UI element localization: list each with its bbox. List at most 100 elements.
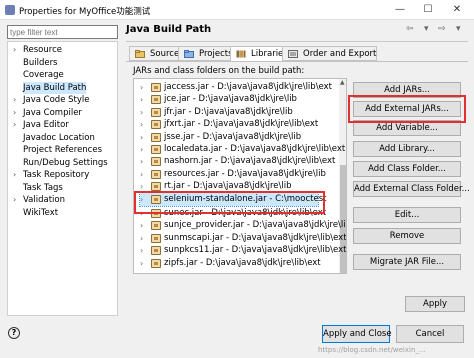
property-nav-tree: › Resource Builders Coverage Java Build Path… [7, 41, 118, 316]
apply-button[interactable]: Apply [405, 296, 465, 312]
nav-item-builders[interactable]: Builders [23, 57, 58, 69]
library-row[interactable]: › zipfs.jar - D:\java\java8\jdk\jre\lib\e… [134, 257, 334, 270]
menu-arrow-icon[interactable]: ▾ [424, 24, 429, 34]
expand-arrow-icon[interactable]: › [140, 93, 143, 106]
nav-item-label: Task Repository [23, 170, 90, 180]
library-row[interactable]: › sunjce_provider.jar - D:\java\java8\jdk… [134, 219, 346, 232]
remove-button[interactable]: Remove [353, 228, 461, 244]
library-path: jfxrt.jar - D:\java\java8\jdk\jre\lib\ex… [164, 119, 319, 130]
filter-input[interactable] [7, 25, 118, 39]
library-row[interactable]: › resources.jar - D:\java\java8\jdk\jre\l… [134, 168, 334, 181]
expand-arrow-icon[interactable]: › [140, 180, 143, 193]
library-row[interactable]: › rt.jar - D:\java\java8\jdk\jre\lib [134, 180, 334, 193]
library-row[interactable]: › nashorn.jar - D:\java\java8\jdk\jre\lib… [134, 155, 335, 168]
library-path: jce.jar - D:\java\java8\jdk\jre\lib [164, 94, 297, 105]
nav-item-label: Builders [23, 57, 58, 68]
nav-item-task-repository[interactable]: › Task Repository [13, 169, 90, 181]
close-button[interactable]: ✕ [443, 3, 471, 17]
maximize-button[interactable]: ☐ [414, 3, 442, 17]
nav-item-wikitext[interactable]: WikiText [23, 207, 58, 219]
nav-item-project-references[interactable]: Project References [23, 144, 102, 156]
minimize-button[interactable]: — [386, 3, 414, 17]
cancel-button[interactable]: Cancel [396, 325, 464, 343]
library-row[interactable]: › jfr.jar - D:\java\java8\jdk\jre\lib [134, 106, 334, 119]
jar-icon [151, 209, 161, 218]
expand-arrow-icon[interactable]: › [13, 44, 16, 56]
expand-arrow-icon[interactable]: › [140, 219, 143, 232]
add-external-jars-button[interactable]: Add External JARs... [353, 101, 461, 117]
expand-arrow-icon[interactable]: › [13, 107, 16, 119]
add-library-button[interactable]: Add Library... [353, 141, 461, 157]
window-title: Properties for MyOffice功能测试 [19, 7, 151, 17]
nav-item-javadoc-location[interactable]: Javadoc Location [23, 132, 95, 144]
add-jars-button[interactable]: Add JARs... [353, 82, 461, 98]
scroll-up-icon[interactable]: ▲ [340, 79, 345, 86]
nav-item-label: Java Code Style [23, 95, 90, 105]
expand-arrow-icon[interactable]: › [140, 193, 143, 206]
nav-item-resource[interactable]: › Resource [13, 44, 62, 56]
apply-and-close-button[interactable]: Apply and Close [322, 325, 392, 343]
nav-item-java-compiler[interactable]: › Java Compiler [13, 107, 82, 119]
library-path: localedata.jar - D:\java\java8\jdk\jre\l… [164, 144, 346, 154]
jar-icon [151, 132, 161, 142]
nav-item-java-build-path[interactable]: Java Build Path [23, 81, 87, 94]
jar-icon [151, 194, 161, 204]
header-separator [126, 41, 468, 42]
library-row-selected[interactable]: › selenium-standalone.jar - C:\mooctest [139, 191, 326, 207]
migrate-jar-button[interactable]: Migrate JAR File... [353, 254, 461, 270]
library-row[interactable]: › sunec.jar - D:\java\java8\jdk\jre\lib\e… [134, 207, 334, 220]
expand-arrow-icon[interactable]: › [13, 94, 16, 106]
expand-arrow-icon[interactable]: › [140, 106, 143, 119]
nav-item-task-tags[interactable]: Task Tags [23, 182, 63, 194]
tab-libraries[interactable]: Libraries [230, 46, 289, 62]
expand-arrow-icon[interactable]: › [140, 131, 143, 144]
expand-arrow-icon[interactable]: › [140, 143, 143, 156]
expand-arrow-icon[interactable]: › [140, 232, 143, 245]
add-variable-button[interactable]: Add Variable... [353, 120, 461, 136]
jar-icon [151, 145, 161, 154]
jar-icon [151, 258, 161, 268]
nav-item-label: Project References [23, 145, 103, 155]
library-row[interactable]: › jce.jar - D:\java\java8\jdk\jre\lib [134, 93, 334, 106]
expand-arrow-icon[interactable]: › [13, 119, 16, 131]
expand-arrow-icon[interactable]: › [140, 244, 143, 257]
jar-icon [151, 95, 161, 105]
tab-label: Source [150, 49, 180, 59]
tab-order-export[interactable]: Order and Export [282, 46, 378, 61]
page-title: Java Build Path [126, 24, 212, 35]
nav-item-coverage[interactable]: Coverage [23, 69, 64, 81]
expand-arrow-icon[interactable]: › [140, 81, 143, 94]
help-icon[interactable]: ? [8, 327, 20, 339]
add-class-folder-button[interactable]: Add Class Folder... [353, 161, 461, 177]
nav-item-run-debug-settings[interactable]: Run/Debug Settings [23, 157, 108, 169]
expand-arrow-icon[interactable]: › [140, 168, 143, 181]
library-list[interactable]: ▲ › jaccess.jar - D:\java\java8\jdk\jre\l… [133, 78, 347, 274]
add-external-class-folder-button[interactable]: Add External Class Folder... [353, 181, 470, 197]
nav-item-java-code-style[interactable]: › Java Code Style [13, 94, 90, 106]
nav-item-java-editor[interactable]: › Java Editor [13, 119, 69, 131]
expand-arrow-icon[interactable]: › [140, 207, 143, 220]
expand-arrow-icon[interactable]: › [13, 194, 16, 206]
expand-arrow-icon[interactable]: › [140, 155, 143, 168]
menu-arrow-icon-2[interactable]: ▾ [456, 24, 461, 34]
expand-arrow-icon[interactable]: › [13, 169, 16, 181]
library-row[interactable]: › jaccess.jar - D:\java\java8\jdk\jre\lib… [134, 81, 334, 94]
back-arrow-icon[interactable]: ⇦ [406, 24, 414, 34]
library-row[interactable]: › sunpkcs11.jar - D:\java\java8\jdk\jre\l… [134, 244, 346, 257]
forward-arrow-icon[interactable]: ⇨ [438, 24, 446, 34]
expand-arrow-icon[interactable]: › [140, 257, 143, 270]
project-icon [184, 50, 194, 58]
library-row[interactable]: › localedata.jar - D:\java\java8\jdk\jre\… [134, 143, 345, 156]
library-row[interactable]: › jfxrt.jar - D:\java\java8\jdk\jre\lib\e… [134, 118, 334, 131]
library-row[interactable]: › jsse.jar - D:\java\java8\jdk\jre\lib [134, 131, 334, 144]
tab-label: Order and Export [303, 49, 377, 59]
expand-arrow-icon[interactable]: › [140, 118, 143, 131]
watermark: https://blog.csdn.net/weixin_... [318, 346, 426, 354]
library-path: sunjce_provider.jar - D:\java\java8\jdk\… [164, 220, 346, 231]
tab-projects[interactable]: Projects [178, 46, 234, 61]
nav-item-validation[interactable]: › Validation [13, 194, 65, 206]
tab-source[interactable]: Source [129, 46, 181, 61]
jar-icon [151, 157, 161, 167]
edit-button[interactable]: Edit... [353, 207, 461, 223]
library-row[interactable]: › sunmscapi.jar - D:\java\java8\jdk\jre\l… [134, 232, 346, 245]
